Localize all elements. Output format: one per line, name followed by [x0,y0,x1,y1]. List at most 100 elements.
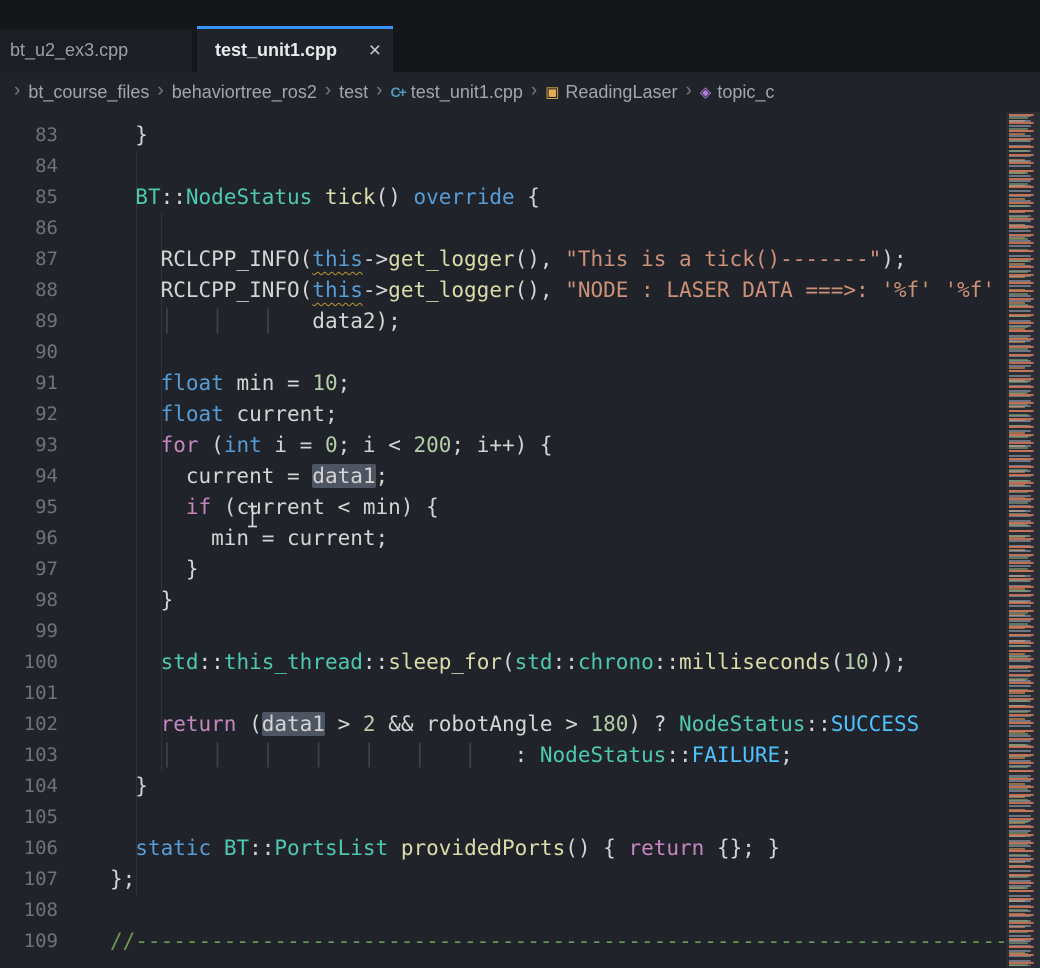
line-number[interactable]: 84 [0,151,58,182]
code-text[interactable]: RCLCPP_INFO(this->get_logger(), "This is… [58,244,907,275]
close-icon[interactable]: × [369,40,381,61]
chevron-right-icon: › [14,80,20,102]
line-number[interactable]: 97 [0,554,58,585]
code-text[interactable]: BT::NodeStatus tick() override { [58,182,540,213]
breadcrumb-item[interactable]: ReadingLaser [565,82,677,103]
code-text[interactable]: } [58,771,148,802]
code-token: ; [376,464,389,488]
code-text[interactable]: min = current; [58,523,388,554]
code-line[interactable]: 83 } [0,120,1006,151]
breadcrumb-item[interactable]: behaviortree_ros2 [172,82,317,103]
code-text[interactable] [58,151,110,182]
line-number[interactable]: 83 [0,120,58,151]
breadcrumb-item[interactable]: test_unit1.cpp [411,82,523,103]
line-number[interactable]: 90 [0,337,58,368]
line-number[interactable]: 88 [0,275,58,306]
code-token: //--------------------------------------… [110,929,1006,953]
code-line[interactable]: 90 [0,337,1006,368]
line-number[interactable]: 107 [0,864,58,895]
code-line[interactable]: 86 [0,213,1006,244]
line-number[interactable]: 96 [0,523,58,554]
code-line[interactable]: 96 min = current; [0,523,1006,554]
code-line[interactable]: 89 │ │ │ data2); [0,306,1006,337]
code-text[interactable]: //--------------------------------------… [58,926,1006,957]
code-line[interactable]: 108 [0,895,1006,926]
code-token: ) ? [628,712,679,736]
line-number[interactable]: 85 [0,182,58,213]
code-text[interactable]: │ │ │ │ │ │ │ : NodeStatus::FAILURE; [58,740,793,771]
code-text[interactable]: if (current < min) { [58,492,439,523]
line-number[interactable]: 108 [0,895,58,926]
breadcrumb-item[interactable]: test [339,82,368,103]
code-text[interactable]: │ │ │ data2); [58,306,401,337]
code-text[interactable]: float min = 10; [58,368,350,399]
code-area[interactable]: 83 }8485 BT::NodeStatus tick() override … [0,112,1006,968]
code-text[interactable]: } [58,120,148,151]
code-line[interactable]: 93 for (int i = 0; i < 200; i++) { [0,430,1006,461]
line-number[interactable]: 105 [0,802,58,833]
line-number[interactable]: 92 [0,399,58,430]
line-number[interactable]: 106 [0,833,58,864]
code-line[interactable]: 85 BT::NodeStatus tick() override { [0,182,1006,213]
code-line[interactable]: 98 } [0,585,1006,616]
code-line[interactable]: 91 float min = 10; [0,368,1006,399]
code-token: )); [869,650,907,674]
code-text[interactable] [58,802,110,833]
line-number[interactable]: 95 [0,492,58,523]
code-text[interactable]: RCLCPP_INFO(this->get_logger(), "NODE : … [58,275,995,306]
code-line[interactable]: 103 │ │ │ │ │ │ │ : NodeStatus::FAILURE; [0,740,1006,771]
code-line[interactable]: 95 if (current < min) { [0,492,1006,523]
line-number[interactable]: 102 [0,709,58,740]
line-number[interactable]: 94 [0,461,58,492]
tab-bt-u2-ex3-cpp[interactable]: bt_u2_ex3.cpp [0,29,192,72]
line-number[interactable]: 86 [0,213,58,244]
code-text[interactable] [58,678,110,709]
code-text[interactable]: } [58,585,173,616]
code-line[interactable]: 104 } [0,771,1006,802]
breadcrumb-item[interactable]: topic_c [717,82,774,103]
code-text[interactable]: float current; [58,399,338,430]
line-number[interactable]: 101 [0,678,58,709]
code-line[interactable]: 92 float current; [0,399,1006,430]
code-line[interactable]: 94 current = data1; [0,461,1006,492]
line-number[interactable]: 104 [0,771,58,802]
breadcrumb-item[interactable]: bt_course_files [28,82,149,103]
code-line[interactable]: 105 [0,802,1006,833]
code-text[interactable] [58,616,110,647]
code-line[interactable]: 84 [0,151,1006,182]
tab-test-unit1-cpp[interactable]: test_unit1.cpp × [197,26,393,72]
code-line[interactable]: 87 RCLCPP_INFO(this->get_logger(), "This… [0,244,1006,275]
code-line[interactable]: 107}; [0,864,1006,895]
code-line[interactable]: 106 static BT::PortsList providedPorts()… [0,833,1006,864]
code-line[interactable]: 102 return (data1 > 2 && robotAngle > 18… [0,709,1006,740]
code-token: ( [199,433,224,457]
line-number[interactable]: 89 [0,306,58,337]
line-number[interactable]: 93 [0,430,58,461]
line-number[interactable]: 87 [0,244,58,275]
code-line[interactable]: 109 //-----------------------------------… [0,926,1006,957]
code-text[interactable]: } [58,554,199,585]
line-number[interactable]: 91 [0,368,58,399]
line-number[interactable]: 103 [0,740,58,771]
code-line[interactable]: 101 [0,678,1006,709]
code-text[interactable]: for (int i = 0; i < 200; i++) { [58,430,553,461]
line-number[interactable]: 99 [0,616,58,647]
code-text[interactable]: }; [58,864,135,895]
code-text[interactable] [58,895,110,926]
line-number[interactable]: 98 [0,585,58,616]
code-text[interactable]: return (data1 > 2 && robotAngle > 180) ?… [58,709,919,740]
line-number[interactable]: 100 [0,647,58,678]
code-line[interactable]: 88 RCLCPP_INFO(this->get_logger(), "NODE… [0,275,1006,306]
code-line[interactable]: 99 [0,616,1006,647]
code-text[interactable]: std::this_thread::sleep_for(std::chrono:… [58,647,907,678]
code-text[interactable] [58,213,110,244]
code-text[interactable] [58,337,110,368]
code-text[interactable]: current = data1; [58,461,388,492]
code-token: :: [553,650,578,674]
code-token: override [414,185,515,209]
line-number[interactable]: 109 [0,926,58,957]
minimap[interactable] [1006,112,1040,968]
code-text[interactable]: static BT::PortsList providedPorts() { r… [58,833,780,864]
code-line[interactable]: 100 std::this_thread::sleep_for(std::chr… [0,647,1006,678]
code-line[interactable]: 97 } [0,554,1006,585]
